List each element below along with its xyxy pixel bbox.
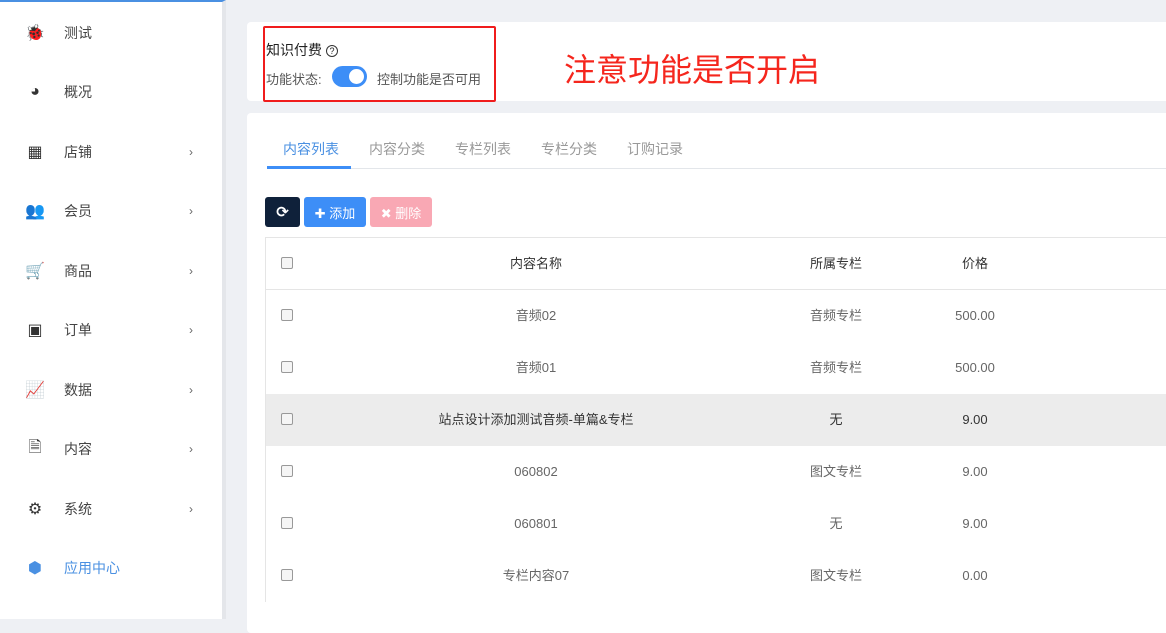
header-column: 所属专栏 bbox=[809, 256, 862, 271]
column-name: 图文专栏 bbox=[809, 464, 862, 479]
refresh-button[interactable]: ⟳ bbox=[265, 197, 300, 227]
row-checkbox[interactable] bbox=[281, 517, 293, 529]
grid-icon: ▦ bbox=[27, 143, 43, 161]
row-checkbox[interactable] bbox=[281, 309, 293, 321]
gear-icon: ⚙ bbox=[27, 500, 43, 518]
tab-content-list[interactable]: 内容列表 bbox=[283, 139, 339, 159]
chevron-right-icon: › bbox=[189, 442, 193, 456]
toggle-hint: 控制功能是否可用 bbox=[377, 72, 482, 87]
content-name: 站点设计添加测试音频-单篇&专栏 bbox=[438, 412, 634, 427]
sidebar-item-1[interactable]: ◕ 概况 bbox=[0, 63, 222, 122]
feature-toggle[interactable] bbox=[332, 66, 367, 87]
column-name: 无 bbox=[829, 412, 843, 427]
price: 0.00 bbox=[962, 568, 988, 583]
sidebar-item-label: 系统 bbox=[64, 500, 92, 517]
table-row[interactable]: 060802 图文专栏 9.00 bbox=[266, 446, 1166, 498]
tab-column-list[interactable]: 专栏列表 bbox=[455, 139, 511, 159]
sidebar-item-label: 概况 bbox=[64, 84, 92, 100]
annotation-text: 注意功能是否开启 bbox=[564, 52, 821, 88]
users-icon: 👥 bbox=[25, 203, 45, 220]
delete-button[interactable]: ✖ 删除 bbox=[370, 197, 432, 227]
sidebar-item-0[interactable]: 🐞 测试 bbox=[0, 3, 222, 62]
price: 500.00 bbox=[955, 360, 995, 375]
content-name: 060801 bbox=[514, 516, 558, 531]
highlight-box bbox=[263, 26, 496, 102]
sidebar-item-label: 测试 bbox=[64, 24, 92, 41]
row-checkbox[interactable] bbox=[281, 413, 293, 425]
sidebar-item-label: 订单 bbox=[64, 322, 92, 338]
chart-icon: 📈 bbox=[25, 381, 45, 399]
price: 9.00 bbox=[962, 412, 988, 427]
status-label: 功能状态: bbox=[266, 72, 322, 87]
table-row[interactable]: 专栏内容07 图文专栏 0.00 bbox=[266, 550, 1166, 602]
sidebar-item-4[interactable]: 🛒 商品 › bbox=[0, 241, 222, 300]
sidebar: 🐞 测试 ◕ 概况 ▦ 店铺 › 👥 会员 › 🛒 商品 › ▣ 订单 › 📈 数据 › 🗎 内容 › ⚙ 系统 › ⬢ 应用中心 bbox=[0, 0, 226, 619]
sidebar-item-label: 内容 bbox=[64, 441, 92, 457]
money-icon: ▣ bbox=[27, 322, 43, 339]
row-checkbox[interactable] bbox=[281, 361, 293, 373]
tab-order-records[interactable]: 订购记录 bbox=[627, 139, 683, 159]
bug-icon: 🐞 bbox=[25, 24, 45, 42]
header-price: 价格 bbox=[961, 256, 988, 271]
chevron-right-icon: › bbox=[189, 501, 193, 516]
tab-column-category[interactable]: 专栏分类 bbox=[541, 139, 597, 159]
chevron-right-icon: › bbox=[189, 323, 193, 337]
feature-title: 知识付费? bbox=[266, 40, 338, 60]
row-checkbox[interactable] bbox=[281, 569, 293, 581]
sidebar-item-5[interactable]: ▣ 订单 › bbox=[0, 301, 222, 360]
table-row[interactable]: 060801 无 9.00 bbox=[266, 498, 1166, 550]
sidebar-item-7[interactable]: 🗎 内容 › bbox=[0, 420, 222, 479]
sidebar-item-3[interactable]: 👥 会员 › bbox=[0, 182, 222, 241]
row-checkbox[interactable] bbox=[281, 465, 293, 477]
sidebar-item-label: 店铺 bbox=[64, 143, 92, 160]
cube-icon: ⬢ bbox=[28, 560, 42, 577]
sidebar-item-label: 会员 bbox=[64, 203, 92, 219]
refresh-icon: ⟳ bbox=[276, 204, 289, 221]
chevron-right-icon: › bbox=[189, 263, 193, 278]
sidebar-item-label: 数据 bbox=[64, 381, 92, 398]
chevron-right-icon: › bbox=[189, 204, 193, 218]
column-name: 音频专栏 bbox=[809, 360, 862, 375]
column-name: 无 bbox=[829, 516, 843, 531]
content-name: 音频01 bbox=[515, 360, 557, 375]
active-tab-indicator bbox=[267, 166, 351, 169]
price: 9.00 bbox=[962, 464, 988, 479]
table-row[interactable]: 音频02 音频专栏 500.00 bbox=[266, 290, 1166, 342]
sidebar-item-6[interactable]: 📈 数据 › bbox=[0, 360, 222, 419]
table-row[interactable]: 音频01 音频专栏 500.00 bbox=[266, 342, 1166, 394]
sidebar-item-9[interactable]: ⬢ 应用中心 bbox=[0, 539, 222, 598]
table-header: 内容名称 所属专栏 价格 bbox=[266, 238, 1166, 290]
dashboard-icon: ◕ bbox=[30, 83, 40, 100]
price: 9.00 bbox=[962, 516, 988, 531]
tab-bar: 内容列表 内容分类 专栏列表 专栏分类 订购记录 bbox=[267, 127, 1166, 169]
sidebar-item-label: 商品 bbox=[64, 262, 92, 279]
sidebar-item-label: 应用中心 bbox=[64, 560, 120, 576]
add-button[interactable]: ✚ 添加 bbox=[304, 197, 366, 227]
column-name: 图文专栏 bbox=[809, 568, 862, 583]
help-icon[interactable]: ? bbox=[326, 45, 338, 57]
cart-icon: 🛒 bbox=[25, 262, 45, 280]
content-table: 内容名称 所属专栏 价格 音频02 音频专栏 500.00 音频01 音频专栏 … bbox=[265, 237, 1166, 602]
sidebar-item-2[interactable]: ▦ 店铺 › bbox=[0, 122, 222, 181]
tab-content-category[interactable]: 内容分类 bbox=[369, 139, 425, 159]
select-all-checkbox[interactable] bbox=[281, 257, 293, 269]
column-name: 音频专栏 bbox=[809, 308, 862, 323]
sidebar-item-8[interactable]: ⚙ 系统 › bbox=[0, 479, 222, 538]
price: 500.00 bbox=[955, 308, 995, 323]
table-row[interactable]: 站点设计添加测试音频-单篇&专栏 无 9.00 bbox=[266, 394, 1166, 446]
content-name: 060802 bbox=[514, 464, 558, 479]
chevron-right-icon: › bbox=[189, 382, 193, 397]
content-name: 音频02 bbox=[515, 308, 557, 323]
content-name: 专栏内容07 bbox=[502, 568, 570, 583]
chevron-right-icon: › bbox=[189, 144, 193, 159]
header-name: 内容名称 bbox=[509, 256, 562, 271]
document-icon: 🗎 bbox=[28, 438, 42, 456]
